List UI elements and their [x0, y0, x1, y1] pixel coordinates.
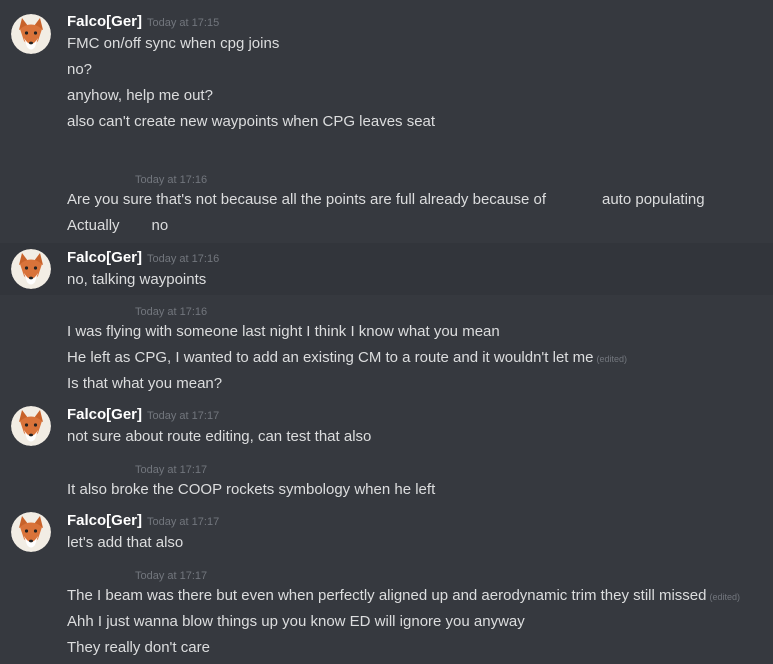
message-text: They really don't care — [67, 639, 210, 656]
fox-avatar-icon[interactable] — [11, 406, 51, 446]
message-text-part: no — [151, 217, 169, 234]
message-text: The I beam was there but even when perfe… — [67, 586, 740, 607]
message-group: Today at 17:16 I was flying with someone… — [0, 302, 773, 398]
message-text-part: Are you sure that's not because all the … — [67, 191, 546, 208]
author-name[interactable]: Falco[Ger] — [67, 512, 142, 529]
message-timestamp[interactable]: Today at 17:17 — [135, 569, 207, 583]
edited-label: (edited) — [709, 592, 741, 602]
message-text: let's add that also — [67, 534, 184, 551]
message-group: Falco[Ger] Today at 17:16 no, talking way… — [0, 243, 773, 295]
message-timestamp[interactable]: Today at 17:17 — [135, 463, 207, 477]
message-group: Falco[Ger] Today at 17:17 let's add that … — [0, 506, 773, 558]
fox-avatar-icon[interactable] — [11, 512, 51, 552]
message-text: anyhow, help me out? — [67, 87, 213, 104]
message-text: Actually no — [67, 216, 168, 236]
message-timestamp[interactable]: Today at 17:16 — [147, 253, 219, 265]
message-header: Falco[Ger] Today at 17:17 — [67, 405, 219, 426]
message-timestamp[interactable]: Today at 17:17 — [147, 516, 219, 528]
author-name[interactable]: Falco[Ger] — [67, 406, 142, 423]
message-text: I was flying with someone last night I t… — [67, 323, 500, 340]
message-group: Today at 17:17 It also broke the COOP ro… — [0, 460, 773, 504]
message-group: Falco[Ger] Today at 17:17 not sure about … — [0, 400, 773, 452]
message-text-part: Actually — [67, 217, 120, 234]
message-text: Is that what you mean? — [67, 375, 223, 392]
message-timestamp[interactable]: Today at 17:15 — [147, 17, 219, 29]
author-name[interactable]: Falco[Ger] — [67, 13, 142, 30]
fox-avatar-icon[interactable] — [11, 14, 51, 54]
message-text-part: auto populating — [602, 191, 705, 208]
message-text: He left as CPG, I wanted to add an exist… — [67, 348, 627, 369]
message-header: Falco[Ger] Today at 17:16 — [67, 248, 219, 269]
message-timestamp[interactable]: Today at 17:17 — [147, 410, 219, 422]
message-header: Falco[Ger] Today at 17:17 — [67, 511, 219, 532]
message-text: no, talking waypoints — [67, 271, 207, 288]
message-timestamp[interactable]: Today at 17:16 — [135, 305, 207, 319]
message-text: Are you sure that's not because all the … — [67, 190, 705, 210]
edited-label: (edited) — [596, 354, 627, 364]
message-group: Falco[Ger] Today at 17:15 FMC on/off sync… — [0, 8, 773, 138]
author-name[interactable]: Falco[Ger] — [67, 249, 142, 266]
message-timestamp[interactable]: Today at 17:16 — [135, 173, 207, 187]
message-header: Falco[Ger] Today at 17:15 — [67, 12, 219, 33]
message-text: FMC on/off sync when cpg joins — [67, 35, 280, 52]
message-text: It also broke the COOP rockets symbology… — [67, 481, 436, 498]
message-text: also can't create new waypoints when CPG… — [67, 113, 436, 130]
message-group: Today at 17:17 The I beam was there but … — [0, 566, 773, 664]
message-text: Ahh I just wanna blow things up you know… — [67, 613, 525, 630]
message-text-part: He left as CPG, I wanted to add an exist… — [67, 349, 594, 366]
fox-avatar-icon[interactable] — [11, 249, 51, 289]
message-text: no? — [67, 61, 93, 78]
message-group: Today at 17:16 Are you sure that's not b… — [0, 170, 773, 242]
message-text: not sure about route editing, can test t… — [67, 428, 372, 445]
message-text-part: The I beam was there but even when perfe… — [67, 587, 707, 604]
